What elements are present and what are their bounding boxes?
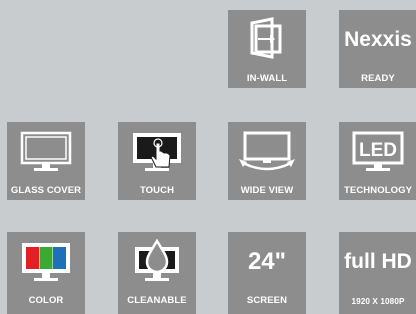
in-wall-icon <box>228 14 306 64</box>
glass-cover-monitor-icon <box>7 126 85 176</box>
glass-cover-label: GLASS COVER <box>10 185 82 196</box>
wide-view-monitor-icon <box>228 126 306 176</box>
full-hd-text: full HD <box>344 250 412 273</box>
ready-label: READY <box>361 73 395 84</box>
cleanable-tile: CLEANABLE <box>118 232 196 314</box>
resolution-label: 1920 X 1080P <box>351 297 405 306</box>
technology-label: TECHNOLOGY <box>343 185 413 196</box>
cleanable-label: CLEANABLE <box>127 295 187 306</box>
led-monitor-icon: LED <box>339 126 416 176</box>
droplet-monitor-icon <box>118 236 196 286</box>
nexxis-brand-text: Nexxis <box>344 28 412 51</box>
led-technology-tile: LED TECHNOLOGY <box>339 122 416 200</box>
color-label: COLOR <box>28 295 64 306</box>
in-wall-label: IN-WALL <box>246 73 288 84</box>
full-hd-tile: full HD 1920 X 1080P <box>339 232 416 314</box>
wide-view-tile: WIDE VIEW <box>228 122 306 200</box>
screen-label: SCREEN <box>246 295 288 306</box>
screen-size-tile: 24" SCREEN <box>228 232 306 314</box>
touch-label: TOUCH <box>139 185 175 196</box>
feature-grid: IN-WALL Nexxis READY GLASS COVER TOUCH W… <box>0 0 416 314</box>
wide-view-label: WIDE VIEW <box>240 185 294 196</box>
color-tile: COLOR <box>7 232 85 314</box>
touch-monitor-icon <box>118 126 196 176</box>
in-wall-tile: IN-WALL <box>228 10 306 88</box>
led-text: LED <box>359 140 397 161</box>
touch-tile: TOUCH <box>118 122 196 200</box>
nexxis-ready-tile: Nexxis READY <box>339 10 416 88</box>
color-bars-monitor-icon <box>7 236 85 286</box>
screen-size-text: 24" <box>247 248 287 275</box>
glass-cover-tile: GLASS COVER <box>7 122 85 200</box>
